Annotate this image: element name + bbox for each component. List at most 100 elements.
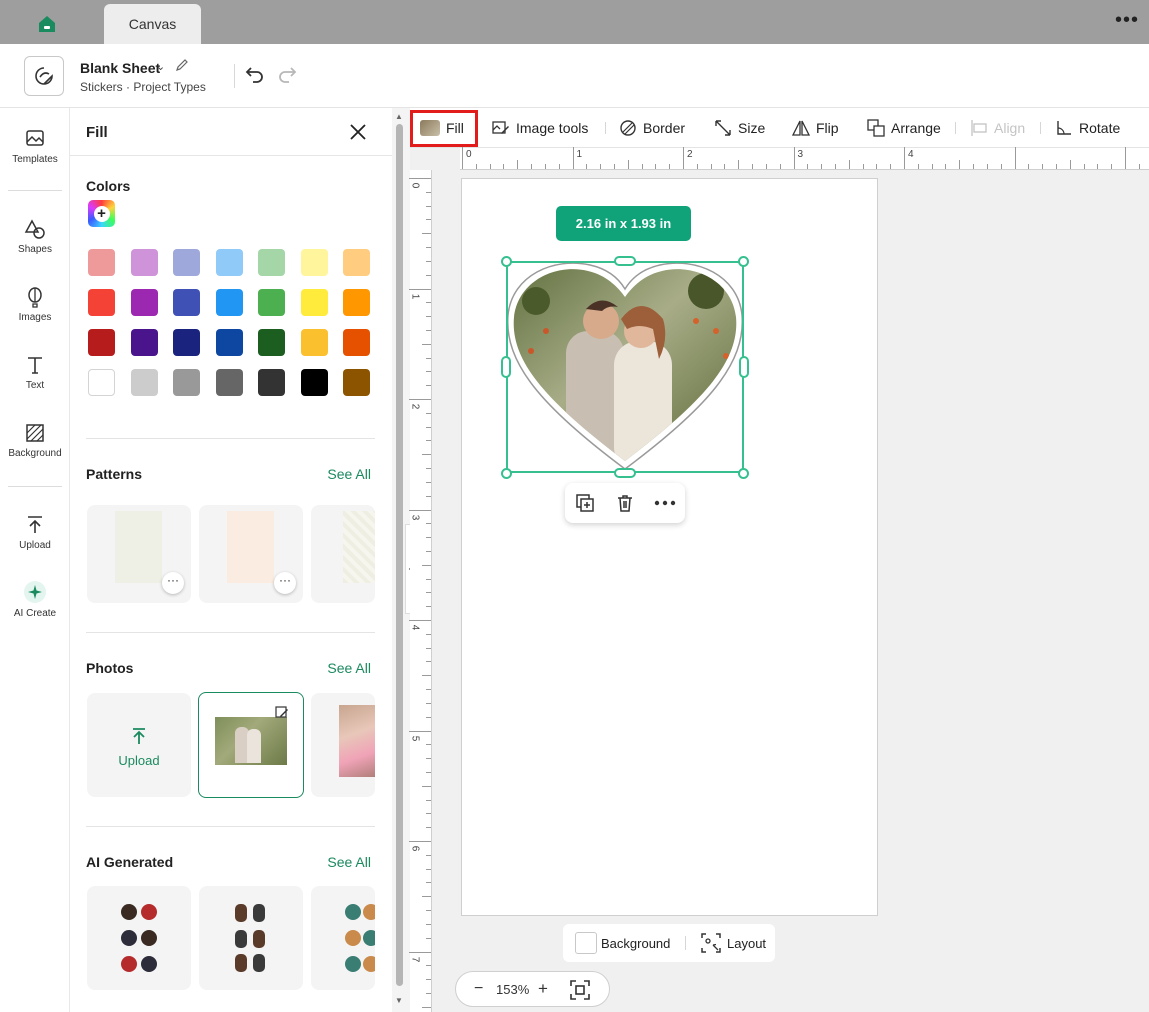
pattern-card[interactable]: ··· [87,505,191,603]
color-swatch[interactable] [88,329,115,356]
color-swatch[interactable] [173,369,200,396]
color-swatch[interactable] [300,289,328,316]
fit-to-screen-icon[interactable] [570,980,590,1003]
ruler-tick [1042,164,1044,169]
image-tools-button[interactable]: Image tools [492,108,588,148]
nav-background[interactable]: Background [0,422,70,459]
size-button[interactable]: Size [714,108,765,148]
nav-ai-create[interactable]: AI Create [0,580,70,619]
color-swatch[interactable] [173,289,200,316]
ruler-tick [422,454,431,456]
redo-icon[interactable] [276,64,298,89]
color-swatch[interactable] [173,249,200,276]
border-button[interactable]: Border [619,108,685,148]
color-swatch[interactable] [258,289,285,316]
home-icon[interactable] [36,13,58,35]
ruler-label: 6 [409,845,421,852]
ruler-tick [426,247,431,249]
tab-canvas[interactable]: Canvas [104,4,201,44]
color-swatch[interactable] [300,329,328,356]
pattern-card[interactable]: ··· [199,505,303,603]
image-edit-icon[interactable] [275,705,289,724]
scroll-up-icon[interactable]: ▲ [395,112,403,121]
close-icon[interactable] [349,123,367,146]
border-label: Border [643,120,686,136]
patterns-see-all-link[interactable]: See All [327,466,371,482]
resize-handle[interactable] [738,256,749,267]
pattern-card[interactable] [311,505,375,603]
resize-handle[interactable] [614,468,636,478]
panel-scrollbar-thumb[interactable] [396,124,403,986]
color-swatch[interactable] [130,369,158,396]
ruler-tick [426,661,431,663]
color-swatch[interactable] [258,249,285,276]
scroll-down-icon[interactable]: ▼ [395,996,403,1005]
pencil-icon[interactable] [175,58,189,77]
color-swatch[interactable] [258,329,285,356]
color-swatch[interactable] [300,249,328,276]
color-swatch[interactable] [130,289,158,316]
more-options-icon[interactable]: ••• [1115,10,1139,30]
nav-text[interactable]: Text [0,354,70,391]
undo-icon[interactable] [244,64,266,89]
color-swatch[interactable] [343,289,370,316]
photos-see-all-link[interactable]: See All [327,660,371,676]
color-swatch[interactable] [215,289,243,316]
ruler-tick [426,357,431,359]
layout-button[interactable]: Layout [727,936,766,951]
photo-card[interactable] [311,693,375,797]
colors-title: Colors [86,178,131,194]
duplicate-icon[interactable] [573,491,597,515]
flip-button[interactable]: Flip [792,108,839,148]
color-swatch[interactable] [215,329,243,356]
resize-handle[interactable] [501,256,512,267]
resize-handle[interactable] [614,256,636,266]
color-swatch[interactable] [130,249,158,276]
trash-icon[interactable] [613,491,637,515]
nav-templates[interactable]: Templates [0,128,70,165]
layout-icon[interactable] [701,933,721,956]
color-swatch[interactable] [343,249,370,276]
nav-shapes[interactable]: Shapes [0,218,70,255]
nav-images[interactable]: Images [0,286,70,323]
pattern-thumbnail [227,511,274,583]
color-swatch[interactable] [88,289,115,316]
color-swatch[interactable] [215,249,243,276]
color-swatch[interactable] [88,369,115,396]
background-swatch[interactable] [575,932,597,954]
nav-upload[interactable]: Upload [0,514,70,551]
ruler-tick [426,468,431,470]
resize-handle[interactable] [739,356,749,378]
ai-sticker-card[interactable] [199,886,303,990]
upload-photo-card[interactable]: Upload [87,693,191,797]
chevron-down-icon[interactable]: ⌄ [156,60,165,73]
color-swatch[interactable] [130,329,158,356]
more-options-icon[interactable]: ··· [162,572,184,594]
color-swatch[interactable] [343,329,370,356]
ruler-tick [1000,164,1002,169]
more-options-icon[interactable]: ··· [274,572,296,594]
ai-sticker-card[interactable] [87,886,191,990]
color-swatch[interactable] [258,369,285,396]
color-swatch[interactable] [300,369,328,396]
resize-handle[interactable] [738,468,749,479]
rotate-button[interactable]: Rotate [1055,108,1120,148]
color-swatch[interactable] [215,369,243,396]
more-options-icon[interactable] [653,491,677,515]
resize-handle[interactable] [501,468,512,479]
align-button[interactable]: Align [970,108,1025,148]
arrange-button[interactable]: Arrange [867,108,941,148]
photo-card-selected[interactable] [198,692,304,798]
color-swatch[interactable] [343,369,370,396]
project-icon[interactable] [24,56,64,96]
color-swatch[interactable] [173,329,200,356]
ai-see-all-link[interactable]: See All [327,854,371,870]
zoom-in-button[interactable]: + [538,979,548,999]
custom-color-button[interactable]: + [88,200,115,227]
color-swatch[interactable] [88,249,115,276]
ai-sticker-card[interactable] [311,886,375,990]
zoom-out-button[interactable]: − [474,980,483,998]
project-title[interactable]: Blank Sheet [80,60,160,76]
background-button[interactable]: Background [601,936,670,951]
resize-handle[interactable] [501,356,511,378]
